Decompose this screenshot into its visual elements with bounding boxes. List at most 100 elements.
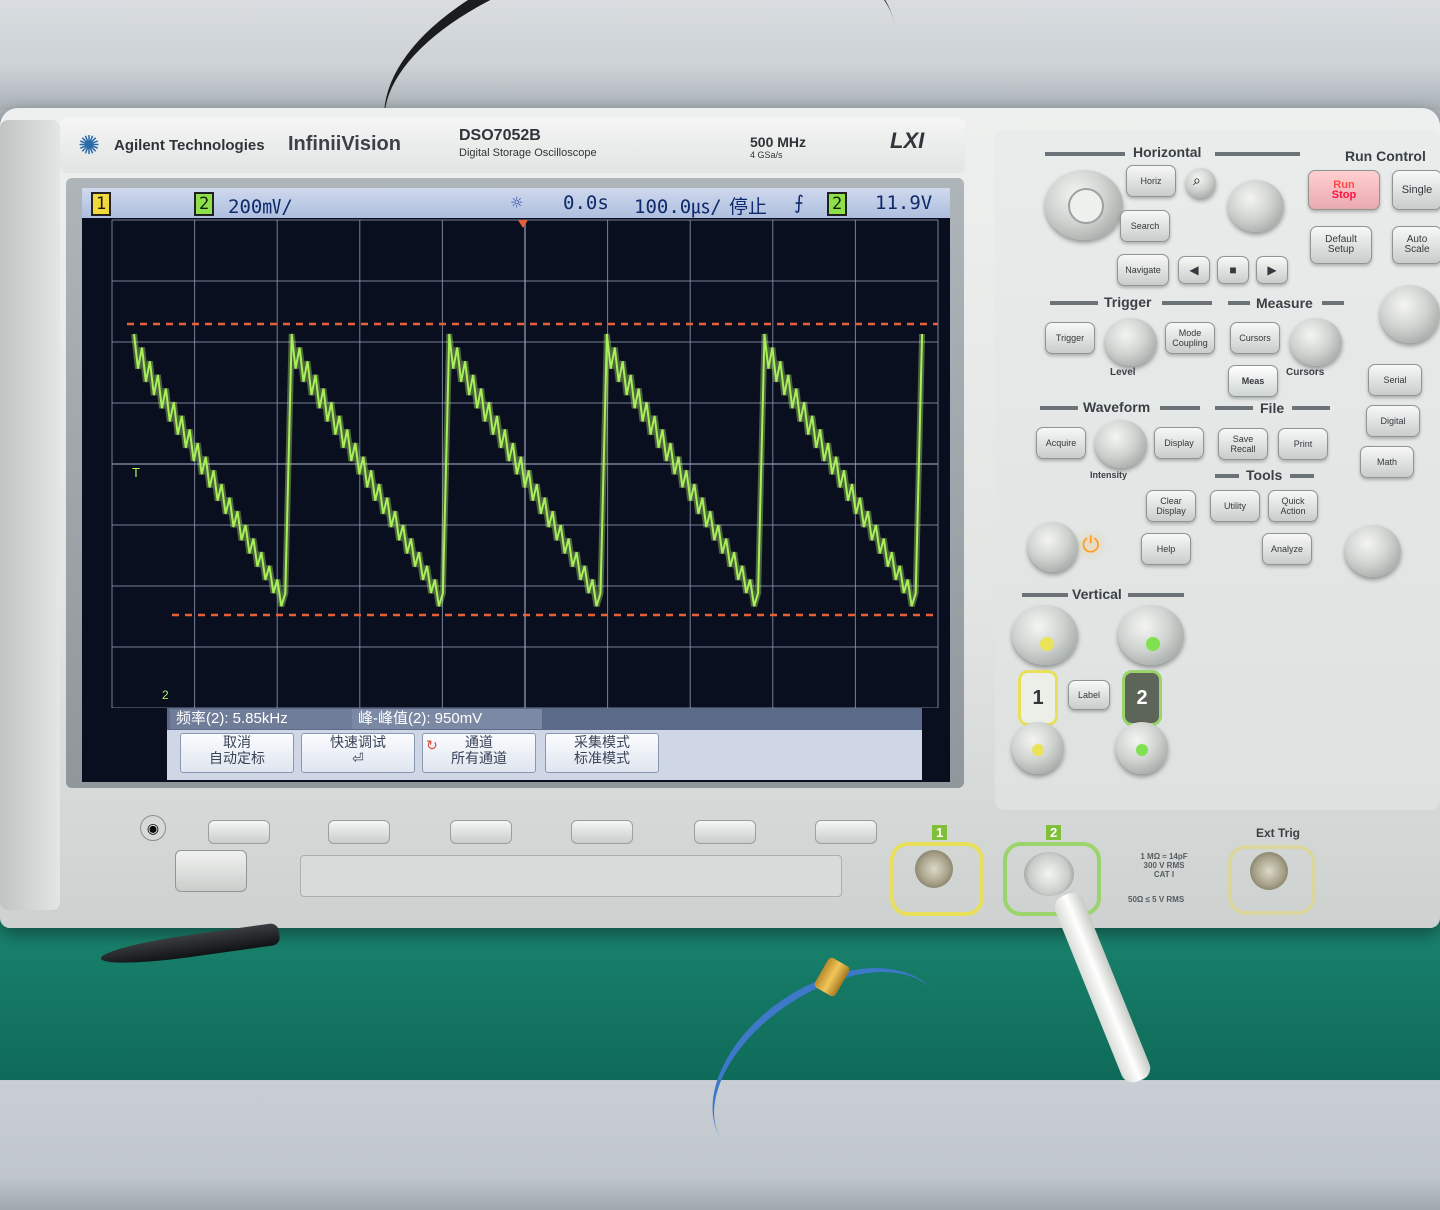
clear-display-button[interactable]: Clear Display [1146,490,1196,522]
waveform-section-label: Waveform [1083,399,1151,415]
channel-1-scale-knob[interactable] [1012,605,1078,665]
mode-coupling-button[interactable]: Mode Coupling [1165,322,1215,354]
navigate-back-button[interactable]: ◀ [1178,256,1210,284]
serial-button[interactable]: Serial [1368,364,1422,396]
channel-2-led [1146,637,1160,651]
section-divider [1040,406,1078,410]
default-setup-button[interactable]: Default Setup [1310,226,1372,264]
horizontal-position-knob[interactable] [1228,180,1284,232]
cursors-knob[interactable] [1290,318,1342,366]
softkey-label-line1: 取消 [223,734,251,750]
math-button[interactable]: Math [1360,446,1414,478]
save-recall-button[interactable]: Save Recall [1218,428,1268,460]
utility-button[interactable]: Utility [1210,490,1260,522]
math-position-knob[interactable] [1345,525,1401,577]
quick-action-button[interactable]: Quick Action [1268,490,1318,522]
graticule-grid [111,219,939,708]
channel-2-indicator: 2 [194,192,215,216]
horiz-button[interactable]: Horiz [1126,165,1176,197]
level-label: Level [1110,367,1136,378]
entry-knob[interactable] [1380,285,1440,343]
navigate-forward-button[interactable]: ▶ [1256,256,1288,284]
model-number: DSO7052B [459,127,541,144]
input-2-probe-connector[interactable] [1024,852,1074,896]
softkey-channels[interactable]: 通道 所有通道 [422,733,536,773]
power-button[interactable] [175,850,247,892]
run-state: 停止 [729,196,768,218]
input-1-bnc-connector[interactable] [915,850,953,888]
hardware-softkey-1[interactable] [208,820,270,844]
measure-section-label: Measure [1256,295,1313,311]
section-divider [1045,152,1125,156]
acquire-button[interactable]: Acquire [1036,427,1086,459]
trigger-level-readout: 11.9V [875,192,933,214]
trigger-level-knob[interactable] [1105,318,1157,366]
navigate-button[interactable]: Navigate [1117,254,1169,286]
hardware-softkey-5[interactable] [694,820,756,844]
input-1-label: 1 [932,825,948,840]
cursors-button[interactable]: Cursors [1230,322,1280,354]
digital-button[interactable]: Digital [1366,405,1420,437]
cycle-icon: ↻ [426,737,438,753]
file-section-label: File [1260,400,1285,416]
model-description: Digital Storage Oscilloscope [459,147,597,159]
tools-section-label: Tools [1246,467,1283,483]
channel-2-position-led [1136,744,1148,756]
trigger-button[interactable]: Trigger [1045,322,1095,354]
ext-trig-bnc-connector[interactable] [1250,852,1288,890]
section-divider [1215,152,1300,156]
single-button[interactable]: Single [1392,170,1440,210]
hardware-softkey-3[interactable] [450,820,512,844]
softkey-label-line2: ⏎ [352,750,364,766]
channel-2-ground-marker: 2 [162,688,169,702]
trigger-position-marker [518,220,528,228]
section-divider [1228,301,1250,305]
sun-icon: ☼ [511,192,523,214]
section-divider [1292,406,1330,410]
softkey-label-line2: 所有通道 [451,750,507,766]
edge-trigger-icon: ⨍ [794,192,804,214]
channel-2-button[interactable]: 2 [1122,670,1162,726]
bandwidth-label: 500 MHz [750,134,807,150]
usb-panel [300,855,842,897]
frequency-measurement: 频率(2): 5.85kHz [170,709,356,729]
auto-scale-button[interactable]: Auto Scale [1392,226,1440,264]
waveform-graticule [111,219,939,708]
channel-2-scale-knob[interactable] [1118,605,1184,665]
zoom-knob[interactable] [1186,168,1216,198]
select-knob[interactable] [1028,522,1078,572]
trigger-source-indicator: 2 [827,192,848,216]
intensity-knob[interactable] [1095,420,1147,468]
label-button[interactable]: Label [1068,680,1110,710]
hardware-softkey-2[interactable] [328,820,390,844]
horizontal-section-label: Horizontal [1133,144,1202,160]
section-divider [1128,593,1184,597]
display-button[interactable]: Display [1154,427,1204,459]
print-button[interactable]: Print [1278,428,1328,460]
search-button[interactable]: Search [1120,210,1170,242]
sample-rate-label: 4 GSa/s [750,150,783,160]
meas-button[interactable]: Meas [1228,365,1278,397]
hardware-softkey-6[interactable] [815,820,877,844]
softkey-undo-autoscale[interactable]: 取消 自动定标 [180,733,294,773]
input-spec-label: 1 MΩ ≈ 14pF 300 V RMS CAT I [1140,852,1188,879]
trigger-section-label: Trigger [1104,294,1152,310]
stop-label: Stop [1331,189,1357,201]
softkey-acquire-mode[interactable]: 采集模式 标准模式 [545,733,659,773]
run-stop-button[interactable]: Run Stop [1308,170,1380,210]
section-divider [1215,474,1239,478]
menu-back-icon[interactable]: ◉ [140,815,166,841]
product-line: InfiniiVision [288,133,401,155]
agilent-spark-logo: ✺ [78,130,100,160]
section-divider [1022,593,1068,597]
peak-to-peak-measurement: 峰-峰值(2): 950mV [352,709,542,729]
softkey-fast-debug[interactable]: 快速调试 ⏎ [301,733,415,773]
hardware-softkey-4[interactable] [571,820,633,844]
channel-1-button[interactable]: 1 [1018,670,1058,726]
softkey-label-line2: 自动定标 [209,750,265,766]
analyze-button[interactable]: Analyze [1262,533,1312,565]
navigate-stop-button[interactable]: ■ [1217,256,1249,284]
help-button[interactable]: Help [1141,533,1191,565]
softkey-label-line1: 采集模式 [574,734,630,750]
channel-1-position-led [1032,744,1044,756]
